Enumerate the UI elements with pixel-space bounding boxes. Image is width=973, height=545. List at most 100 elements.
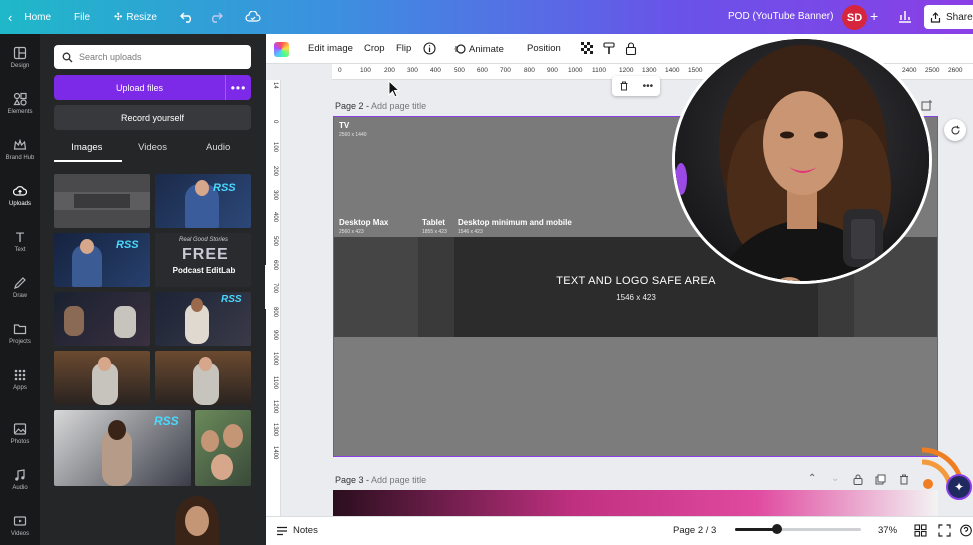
tablet-size: 1855 x 423	[422, 229, 447, 235]
delete-page-icon[interactable]	[899, 474, 909, 485]
undo-button[interactable]	[180, 0, 194, 34]
active-tab-indicator	[54, 160, 122, 162]
position-button[interactable]: Position	[527, 43, 561, 54]
upload-thumbnail[interactable]: RSS	[54, 233, 150, 287]
search-input[interactable]	[79, 52, 239, 62]
upload-thumbnail[interactable]	[155, 494, 251, 545]
presenter-photo	[675, 39, 929, 281]
upload-thumbnail[interactable]	[54, 174, 150, 228]
rail-item-apps[interactable]: Apps	[0, 368, 40, 391]
rail-label: Brand Hub	[5, 155, 35, 161]
redo-button[interactable]	[209, 0, 223, 34]
upload-thumbnail[interactable]	[155, 351, 251, 405]
upload-thumbnail[interactable]	[54, 351, 150, 405]
upload-thumbnail[interactable]: RSS	[54, 410, 191, 486]
rail-item-uploads[interactable]: Uploads	[0, 179, 40, 211]
chevron-down-icon[interactable]: ⌄	[831, 473, 839, 484]
ruler-tick-label: 200	[384, 67, 395, 74]
page-indicator[interactable]: Page 2 / 3	[673, 525, 716, 536]
magic-assistant-button[interactable]: ✦	[946, 474, 972, 500]
page-3-title[interactable]: Page 3 - Add page title	[335, 475, 426, 485]
grid-view-icon[interactable]	[914, 524, 927, 537]
desktop-max-label: Desktop Max	[339, 218, 389, 227]
crop-button[interactable]: Crop	[364, 43, 385, 54]
rail-label: Audio	[12, 485, 28, 491]
resize-button[interactable]: ✣ Resize	[114, 0, 157, 34]
info-icon[interactable]	[423, 42, 436, 55]
ruler-tick-label: 1300	[642, 67, 657, 74]
page-2-title[interactable]: Page 2 - Add page title	[335, 101, 426, 111]
save-status-button[interactable]	[245, 0, 261, 34]
zoom-slider-fill	[735, 528, 777, 531]
flip-button[interactable]: Flip	[396, 43, 411, 54]
notes-button[interactable]: Notes	[276, 525, 318, 536]
video-icon	[13, 516, 27, 526]
document-title[interactable]: POD (YouTube Banner)	[728, 11, 833, 22]
help-icon[interactable]	[960, 524, 972, 537]
rail-item-elements[interactable]: Elements	[0, 92, 40, 115]
zoom-level[interactable]: 37%	[878, 525, 897, 536]
upload-thumbnail[interactable]: RSS	[155, 174, 251, 228]
presenter-webcam	[672, 36, 932, 284]
duplicate-page-icon[interactable]	[875, 474, 886, 485]
add-collaborator-icon[interactable]: +	[870, 8, 878, 24]
file-menu[interactable]: File	[74, 0, 90, 34]
upload-thumbnail[interactable]	[54, 292, 150, 346]
rail-item-videos[interactable]: Videos	[0, 514, 40, 537]
podcast-editlab-text: Podcast EditLab	[172, 266, 236, 275]
cloud-check-icon	[245, 11, 261, 22]
add-page-icon[interactable]	[921, 99, 933, 111]
upload-thumbnail[interactable]: RSS	[155, 292, 251, 346]
record-yourself-button[interactable]: Record yourself	[54, 105, 251, 130]
tab-videos[interactable]: Videos	[120, 142, 186, 162]
tab-images[interactable]: Images	[54, 142, 120, 162]
edit-image-button[interactable]: Edit image	[308, 43, 353, 54]
color-picker-swatch[interactable]	[274, 42, 289, 57]
search-box[interactable]	[54, 45, 251, 69]
ruler-tick-label: 700	[500, 67, 511, 74]
ruler-tick-label: 500	[272, 236, 278, 247]
page-2-title-placeholder[interactable]: Add page title	[371, 101, 426, 111]
zoom-slider-handle[interactable]	[771, 524, 782, 534]
rail-label: Photos	[10, 439, 30, 445]
rail-item-brand-hub[interactable]: Brand Hub	[0, 138, 40, 161]
avatar[interactable]: SD	[842, 5, 867, 30]
rss-neon-text: RSS	[221, 294, 242, 305]
rail-item-text[interactable]: T Text	[0, 229, 40, 253]
rail-item-design[interactable]: Design	[0, 46, 40, 69]
desktop-min-label: Desktop minimum and mobile	[458, 218, 572, 227]
upload-files-button[interactable]: Upload files •••	[54, 75, 251, 100]
free-text: FREE	[182, 246, 229, 263]
crown-icon	[13, 138, 27, 150]
home-button[interactable]: ‹ Home	[8, 0, 51, 34]
rss-neon-text: RSS	[116, 239, 139, 251]
fullscreen-icon[interactable]	[938, 524, 951, 537]
zoom-slider[interactable]	[735, 524, 861, 534]
page-lock-icon[interactable]	[853, 474, 863, 485]
rail-item-audio[interactable]: Audio	[0, 468, 40, 491]
rail-item-projects[interactable]: Projects	[0, 322, 40, 345]
tab-audio[interactable]: Audio	[185, 142, 251, 162]
lock-icon[interactable]	[625, 42, 637, 55]
share-button[interactable]: Share	[924, 5, 973, 29]
upload-thumbnail[interactable]	[195, 410, 251, 486]
trash-icon[interactable]	[619, 81, 629, 91]
canva-editor: ‹ Home File ✣ Resize POD (YouTube Banner…	[0, 0, 973, 545]
page-3-title-placeholder[interactable]: Add page title	[371, 475, 426, 485]
upload-thumbnail[interactable]: Real Good Stories FREE Podcast EditLab	[155, 233, 251, 287]
ruler-tick-label: 2400	[902, 67, 917, 74]
rail-item-photos[interactable]: Photos	[0, 422, 40, 445]
insights-chart-icon[interactable]	[897, 8, 913, 24]
animate-button[interactable]: Animate	[454, 43, 504, 55]
more-icon[interactable]: •••	[643, 81, 654, 92]
rail-item-draw[interactable]: Draw	[0, 276, 40, 299]
rotate-handle[interactable]	[944, 119, 966, 141]
tv-label: TV	[339, 121, 350, 130]
ruler-tick-label: 400	[430, 67, 441, 74]
chevron-up-icon[interactable]: ⌃	[808, 473, 816, 484]
more-options-button[interactable]: •••	[225, 75, 251, 100]
paint-roller-icon[interactable]	[603, 42, 616, 55]
transparency-checker-icon[interactable]	[581, 42, 594, 55]
page-2-label: Page 2 -	[335, 101, 370, 111]
ruler-tick-label: 14	[272, 82, 278, 89]
